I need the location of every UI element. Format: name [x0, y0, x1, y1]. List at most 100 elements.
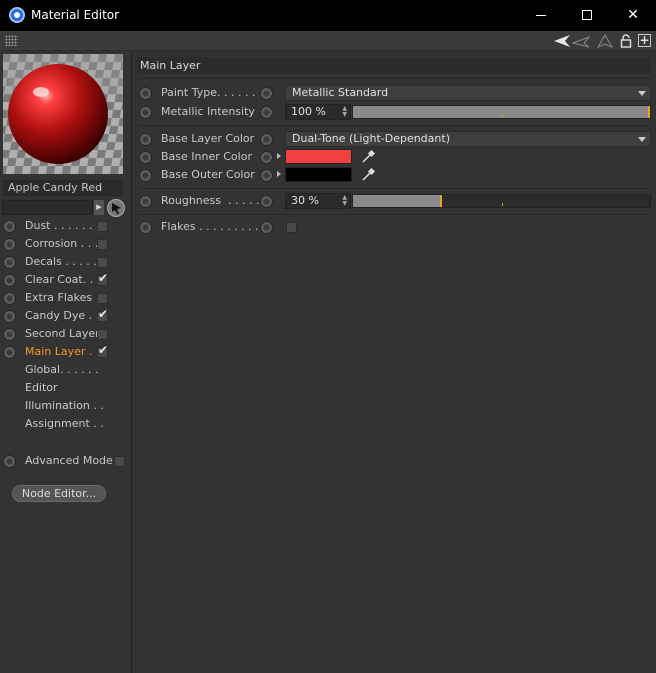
material-name[interactable]: Apple Candy Red — [3, 180, 122, 196]
paint-type-value: Metallic Standard — [292, 86, 389, 99]
advanced-mode-checkbox[interactable] — [114, 456, 125, 467]
close-button[interactable]: ✕ — [610, 0, 656, 31]
channel-item[interactable]: Dust . . . . . . . — [0, 217, 132, 235]
base-outer-color-swatch[interactable] — [285, 167, 352, 182]
channel-label: Decals . . . . . . — [25, 255, 104, 268]
node-editor-button[interactable]: Node Editor... — [12, 485, 106, 502]
channel-label: Corrosion . . . — [25, 237, 99, 250]
history-arrow-icon[interactable] — [572, 34, 590, 48]
advanced-mode-radio[interactable] — [3, 455, 16, 468]
new-panel-icon[interactable]: + — [638, 34, 651, 47]
channel-item[interactable]: Illumination . . — [0, 397, 132, 415]
channel-checkbox[interactable] — [97, 293, 108, 304]
left-panel: Apple Candy Red ▶ Dust . . . . . . . Corr… — [0, 51, 132, 673]
base-layer-color-keyframe-button[interactable] — [260, 133, 273, 146]
channel-checkbox[interactable] — [97, 271, 108, 286]
minimize-button[interactable] — [518, 0, 564, 31]
expand-arrow-icon[interactable] — [277, 171, 281, 177]
flakes-radio[interactable] — [139, 221, 152, 234]
drag-grip-icon[interactable] — [5, 35, 18, 46]
slider-handle[interactable] — [440, 195, 442, 207]
channel-checkbox[interactable] — [97, 257, 108, 268]
base-outer-color-row: Base Outer Color — [133, 166, 656, 184]
paint-type-radio[interactable] — [139, 87, 152, 100]
spinner-icon[interactable]: ▲ ▼ — [342, 106, 347, 118]
base-layer-color-radio[interactable] — [139, 133, 152, 146]
base-layer-color-row: Base Layer Color Dual-Tone (Light-Depend… — [133, 130, 656, 148]
channel-item[interactable]: Candy Dye . . — [0, 307, 132, 325]
channel-radio[interactable] — [3, 346, 16, 359]
channel-item[interactable]: Extra Flakes — [0, 289, 132, 307]
material-preview[interactable] — [3, 54, 123, 174]
base-inner-color-label: Base Inner Color — [161, 150, 252, 163]
channel-label: Extra Flakes — [25, 291, 93, 304]
roughness-slider[interactable] — [352, 194, 651, 208]
channel-radio[interactable] — [3, 238, 16, 251]
roughness-input[interactable]: 30 % ▲ ▼ — [285, 193, 351, 209]
maximize-button[interactable] — [564, 0, 610, 31]
advanced-mode-row[interactable]: Advanced Mode — [0, 452, 132, 470]
slider-handle[interactable] — [648, 106, 650, 118]
channel-item[interactable]: Editor — [0, 379, 132, 397]
minimize-icon — [536, 14, 546, 16]
roughness-keyframe-button[interactable] — [260, 195, 273, 208]
back-arrow-icon[interactable] — [553, 34, 571, 48]
attributes-panel: Main Layer Paint Type. . . . . . . Metal… — [133, 51, 656, 673]
roughness-radio[interactable] — [139, 195, 152, 208]
paint-type-dropdown[interactable]: Metallic Standard — [285, 85, 651, 101]
channel-item[interactable]: Global. . . . . . — [0, 361, 132, 379]
channel-label: Second Layer — [25, 327, 100, 340]
flakes-keyframe-button[interactable] — [260, 221, 273, 234]
channel-label: Assignment . . — [25, 417, 104, 430]
title-bar: Material Editor ✕ — [0, 0, 656, 31]
channel-checkbox[interactable] — [97, 307, 108, 322]
channel-radio[interactable] — [3, 220, 16, 233]
up-arrow-icon[interactable] — [597, 34, 613, 48]
channel-radio[interactable] — [3, 256, 16, 269]
channel-radio[interactable] — [3, 292, 16, 305]
filter-arrow-button[interactable]: ▶ — [94, 200, 104, 215]
base-layer-color-dropdown[interactable]: Dual-Tone (Light-Dependant) — [285, 131, 651, 147]
section-title: Main Layer — [137, 57, 651, 74]
channel-radio[interactable] — [3, 274, 16, 287]
window-title: Material Editor — [31, 8, 120, 22]
channel-search-row: ▶ — [2, 199, 130, 217]
base-inner-color-keyframe-button[interactable] — [260, 151, 273, 164]
channel-checkbox[interactable] — [97, 329, 108, 340]
paint-type-keyframe-button[interactable] — [260, 87, 273, 100]
base-layer-color-value: Dual-Tone (Light-Dependant) — [292, 132, 450, 145]
channel-filter-field[interactable] — [2, 200, 93, 215]
spinner-icon[interactable]: ▲ ▼ — [342, 195, 347, 207]
toolbar: + — [0, 31, 656, 51]
channel-item[interactable]: Second Layer — [0, 325, 132, 343]
paint-type-label: Paint Type. . . . . . . — [161, 86, 263, 99]
channel-item[interactable]: Clear Coat. . . — [0, 271, 132, 289]
channel-checkbox[interactable] — [97, 343, 108, 358]
divider — [137, 188, 651, 189]
channel-item[interactable]: Corrosion . . . — [0, 235, 132, 253]
maximize-icon — [582, 10, 592, 20]
channel-radio[interactable] — [3, 328, 16, 341]
channel-item[interactable]: Assignment . . — [0, 415, 132, 433]
channel-label: Main Layer . . — [25, 345, 100, 358]
channel-item[interactable]: Decals . . . . . . — [0, 253, 132, 271]
metallic-intensity-slider[interactable] — [352, 105, 651, 119]
channel-radio[interactable] — [3, 310, 16, 323]
metallic-intensity-radio[interactable] — [139, 106, 152, 119]
metallic-intensity-keyframe-button[interactable] — [260, 106, 273, 119]
base-outer-color-keyframe-button[interactable] — [260, 169, 273, 182]
channel-label: Global. . . . . . — [25, 363, 99, 376]
flakes-checkbox[interactable] — [286, 222, 297, 233]
pick-cursor-button[interactable] — [107, 199, 125, 217]
channel-item[interactable]: Main Layer . . — [0, 343, 132, 361]
channel-checkbox[interactable] — [97, 221, 108, 232]
base-inner-color-radio[interactable] — [139, 151, 152, 164]
eyedropper-icon[interactable] — [361, 168, 375, 182]
metallic-intensity-input[interactable]: 100 % ▲ ▼ — [285, 104, 351, 120]
expand-arrow-icon[interactable] — [277, 153, 281, 159]
base-inner-color-swatch[interactable] — [285, 149, 352, 164]
base-outer-color-radio[interactable] — [139, 169, 152, 182]
eyedropper-icon[interactable] — [361, 150, 375, 164]
channel-checkbox[interactable] — [97, 239, 108, 250]
lock-icon[interactable] — [620, 34, 632, 48]
